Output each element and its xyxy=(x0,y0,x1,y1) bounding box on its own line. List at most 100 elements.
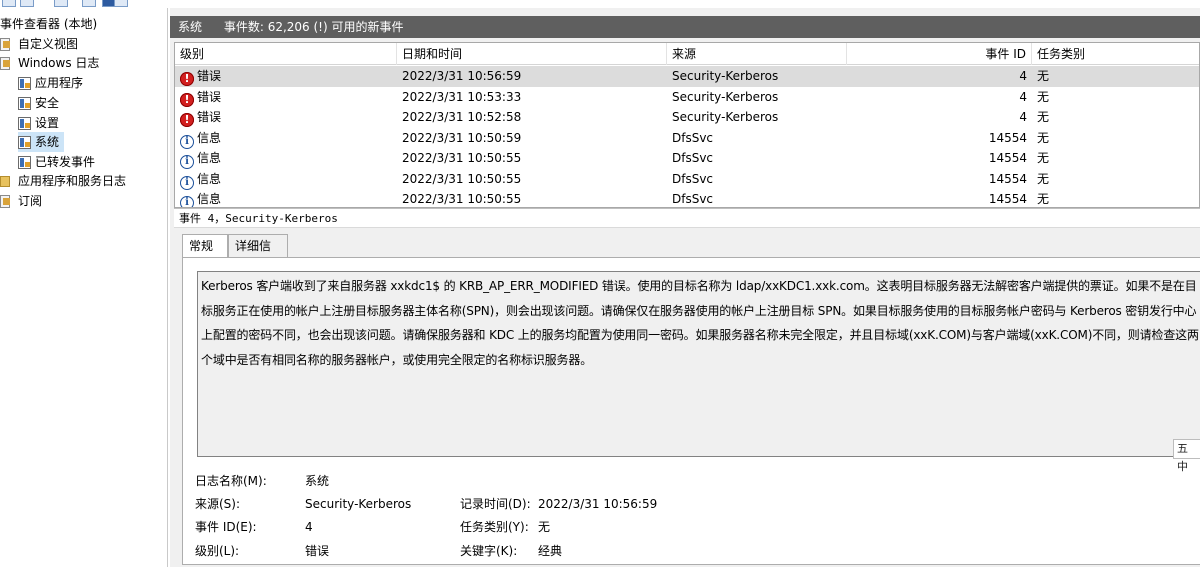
toolbar-folder-button[interactable] xyxy=(54,0,68,7)
event-id-cell: 4 xyxy=(1019,110,1027,124)
main-pane: 系统 事件数: 62,206 (!) 可用的新事件 级别 日期和时间 来源 事件… xyxy=(170,8,1200,567)
table-row[interactable]: ! 错误 2022/3/31 10:53:33 Security-Kerberos 4 无 xyxy=(175,87,1199,108)
table-row[interactable]: i 信息 2022/3/31 10:50:59 DfsSvc 14554 无 xyxy=(175,128,1199,149)
level-text: 信息 xyxy=(197,151,222,165)
task-cell: 无 xyxy=(1037,89,1050,104)
log-titlebar: 系统 事件数: 62,206 (!) 可用的新事件 xyxy=(170,16,1200,38)
toolbar xyxy=(0,0,170,8)
copy-button[interactable]: 五 中 xyxy=(1173,439,1200,473)
level-text: 信息 xyxy=(197,130,222,145)
source-cell: Security-Kerberos xyxy=(672,69,779,83)
task-cell: 无 xyxy=(1037,171,1050,186)
table-row[interactable]: ! 错误 2022/3/31 10:52:58 Security-Kerberos 4 无 xyxy=(175,107,1199,128)
tree-item-label: 应用程序 xyxy=(35,76,84,90)
datetime-cell: 2022/3/31 10:50:59 xyxy=(402,130,522,145)
event-count: 事件数: 62,206 (!) 可用的新事件 xyxy=(223,20,404,34)
tree-item-custom-views[interactable]: 自定义视图 xyxy=(0,34,78,54)
toolbar-forward-button[interactable] xyxy=(20,0,34,7)
table-row[interactable]: i 信息 2022/3/31 10:50:55 DfsSvc 14554 无 xyxy=(175,148,1199,169)
task-cell: 无 xyxy=(1037,110,1050,124)
tree-item-application[interactable]: 应用程序 xyxy=(18,73,83,93)
tree-item-app-service-logs[interactable]: 应用程序和服务日志 xyxy=(0,171,126,191)
log-name: 系统 xyxy=(178,20,203,34)
folder-icon xyxy=(0,175,10,187)
log-icon xyxy=(18,76,31,90)
log-icon xyxy=(18,155,31,169)
grid-header: 级别 日期和时间 来源 事件 ID 任务类别 xyxy=(175,43,1199,65)
log-icon xyxy=(18,96,31,110)
detail-header: 事件 4，Security-Kerberos xyxy=(174,208,1200,228)
custom-views-icon xyxy=(0,37,10,51)
tab-details[interactable]: 详细信息 xyxy=(228,234,288,275)
subscriptions-icon xyxy=(0,194,10,208)
table-row[interactable]: ! 错误 2022/3/31 10:56:59 Security-Kerberos 4 无 xyxy=(175,66,1199,87)
tree-item-security[interactable]: 安全 xyxy=(18,93,59,113)
level-text: 信息 xyxy=(197,171,222,186)
tree-item-system[interactable]: 系统 xyxy=(18,132,64,152)
tree-root-label: 事件查看器 (本地) xyxy=(0,17,98,31)
logged-label: 记录时间(D): xyxy=(460,497,531,511)
tree-item-windows-logs[interactable]: Windows 日志 xyxy=(0,53,99,73)
copy-button-label-2: 中 xyxy=(1177,460,1188,473)
level-text: 信息 xyxy=(197,192,222,206)
task-label: 任务类别(Y): xyxy=(460,520,529,534)
tree-root[interactable]: 事件查看器 (本地) xyxy=(0,14,97,34)
level-text: 错误 xyxy=(197,110,222,124)
task-value: 无 xyxy=(538,520,551,534)
level-label: 级别(L): xyxy=(195,544,240,558)
event-id-cell: 14554 xyxy=(988,151,1027,165)
general-tab-panel: Kerberos 客户端收到了来自服务器 xxkdc1$ 的 KRB_AP_ER… xyxy=(182,257,1200,565)
tree-item-label: 系统 xyxy=(35,135,60,149)
tree-item-label: 应用程序和服务日志 xyxy=(18,174,127,188)
info-icon: i xyxy=(180,175,194,190)
source-cell: DfsSvc xyxy=(672,151,714,165)
datetime-cell: 2022/3/31 10:56:59 xyxy=(402,69,522,83)
source-label: 来源(S): xyxy=(195,497,241,511)
column-header-source[interactable]: 来源 xyxy=(667,43,847,65)
tree-item-label: Windows 日志 xyxy=(18,56,100,70)
toolbar-back-button[interactable] xyxy=(2,0,16,7)
column-header-level[interactable]: 级别 xyxy=(175,43,397,65)
toolbar-help-button[interactable] xyxy=(82,0,96,7)
navigation-tree: 事件查看器 (本地) 自定义视图 Windows 日志 应用程序 安全 设置 系… xyxy=(0,8,168,567)
error-icon: ! xyxy=(180,92,194,107)
tree-item-forwarded[interactable]: 已转发事件 xyxy=(18,152,95,172)
info-icon: i xyxy=(180,155,194,169)
logged-value: 2022/3/31 10:56:59 xyxy=(538,497,658,511)
event-id-cell: 14554 xyxy=(988,171,1027,186)
level-cell: i 信息 xyxy=(180,128,222,149)
level-cell: ! 错误 xyxy=(180,87,221,107)
source-cell: Security-Kerberos xyxy=(672,110,779,124)
windows-logs-icon xyxy=(0,56,10,70)
tree-item-setup[interactable]: 设置 xyxy=(18,113,59,133)
tree-item-subscriptions[interactable]: 订阅 xyxy=(0,191,42,211)
source-value: Security-Kerberos xyxy=(305,497,412,511)
datetime-cell: 2022/3/31 10:50:55 xyxy=(402,171,522,186)
event-id-cell: 4 xyxy=(1019,89,1027,104)
event-id-cell: 14554 xyxy=(988,192,1027,206)
table-row[interactable]: i 信息 2022/3/31 10:50:55 DfsSvc 14554 无 xyxy=(175,189,1199,207)
log-name-label: 日志名称(M): xyxy=(195,474,267,488)
tree-item-label: 安全 xyxy=(35,96,60,110)
tree-item-label: 已转发事件 xyxy=(35,155,96,169)
event-id-cell: 14554 xyxy=(988,130,1027,145)
event-id-cell: 4 xyxy=(1019,69,1027,83)
task-cell: 无 xyxy=(1037,192,1050,206)
keywords-value: 经典 xyxy=(538,544,563,558)
source-cell: DfsSvc xyxy=(672,171,714,186)
task-cell: 无 xyxy=(1037,130,1050,145)
level-cell: i 信息 xyxy=(180,148,222,169)
toolbar-view-button[interactable] xyxy=(114,0,128,7)
level-text: 错误 xyxy=(197,89,222,104)
info-icon: i xyxy=(180,196,194,207)
tab-general[interactable]: 常规 xyxy=(182,234,228,259)
column-header-event-id[interactable]: 事件 ID xyxy=(847,43,1032,65)
source-cell: Security-Kerberos xyxy=(672,89,779,104)
event-id-value: 4 xyxy=(305,520,313,534)
table-row[interactable]: i 信息 2022/3/31 10:50:55 DfsSvc 14554 无 xyxy=(175,169,1199,190)
error-icon: ! xyxy=(180,72,194,86)
column-header-task[interactable]: 任务类别 xyxy=(1032,43,1199,65)
column-header-datetime[interactable]: 日期和时间 xyxy=(397,43,667,65)
event-description[interactable]: Kerberos 客户端收到了来自服务器 xxkdc1$ 的 KRB_AP_ER… xyxy=(197,271,1200,457)
level-cell: i 信息 xyxy=(180,169,222,190)
